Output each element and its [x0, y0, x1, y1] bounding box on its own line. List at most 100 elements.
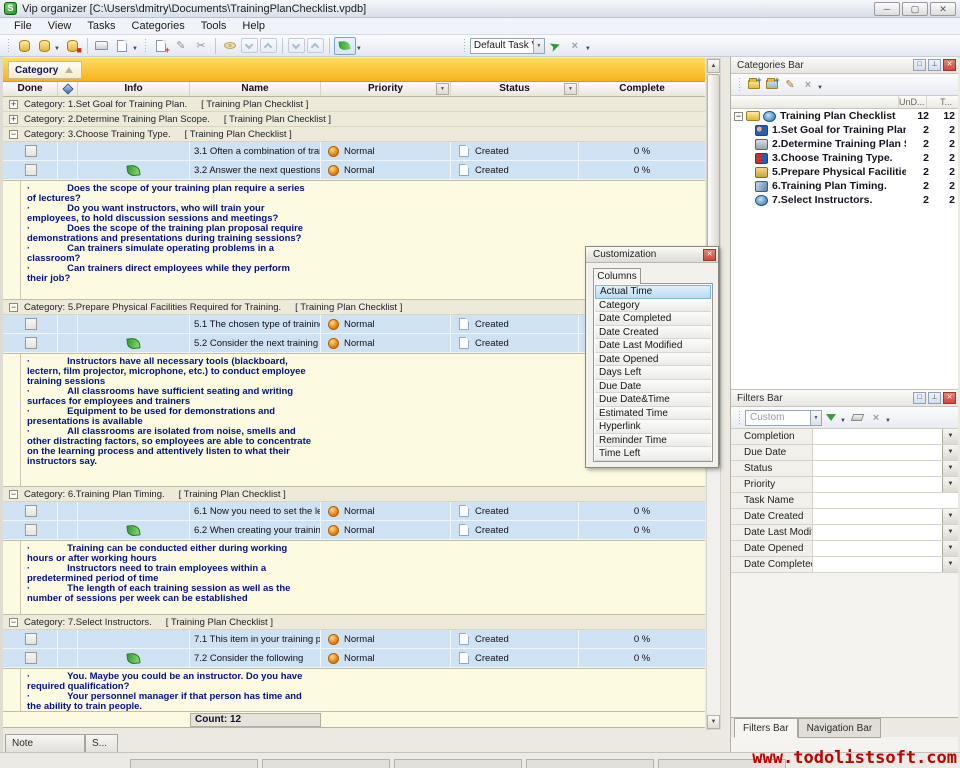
priority-filter-dropdown-icon[interactable]: ▼ — [436, 83, 449, 95]
task-status-cell[interactable]: Created — [451, 334, 579, 352]
customization-column-item[interactable]: Actual Time — [595, 285, 711, 299]
open-database-dropdown-icon[interactable]: ▼ — [54, 46, 60, 52]
task-priority-cell[interactable]: Normal — [321, 630, 451, 648]
column-header-name[interactable]: Name — [190, 82, 321, 96]
category-tree-item[interactable]: −Training Plan Checklist1212 — [731, 109, 958, 123]
save-database-icon[interactable]: ■ — [63, 37, 83, 55]
panel-minimize-icon[interactable]: □ — [913, 392, 926, 404]
task-name-cell[interactable]: 3.1 Often a combination of training — [190, 142, 321, 160]
filter-dropdown-icon[interactable]: ▼ — [942, 509, 958, 524]
column-header-done[interactable]: Done — [3, 82, 58, 96]
task-status-cell[interactable]: Created — [451, 142, 579, 160]
filter-dropdown-icon[interactable]: ▼ — [942, 477, 958, 492]
clear-filter-icon[interactable] — [849, 410, 867, 426]
category-group-row[interactable]: −Category: 6.Training Plan Timing.[ Trai… — [3, 487, 705, 502]
task-priority-cell[interactable]: Normal — [321, 502, 451, 520]
add-task-icon[interactable]: + — [151, 37, 171, 55]
new-database-icon[interactable] — [14, 37, 34, 55]
category-tree-item[interactable]: 2.Determine Training Plan Sco22 — [731, 137, 958, 151]
task-priority-cell[interactable]: Normal — [321, 142, 451, 160]
task-name-cell[interactable]: 5.1 The chosen type of training and — [190, 315, 321, 333]
delete-task-icon[interactable]: ✂ — [191, 37, 211, 55]
lower-priority-icon[interactable] — [288, 38, 305, 53]
menu-view[interactable]: View — [40, 19, 80, 33]
complete-task-icon[interactable] — [334, 37, 356, 55]
filter-value-field[interactable] — [813, 541, 942, 556]
category-group-row[interactable]: −Category: 3.Choose Training Type.[ Trai… — [3, 127, 705, 142]
move-down-icon[interactable] — [241, 38, 258, 53]
customization-column-item[interactable]: Category — [595, 299, 711, 313]
task-name-cell[interactable]: 6.2 When creating your training — [190, 521, 321, 539]
restore-button[interactable]: ▢ — [902, 2, 928, 16]
scroll-down-icon[interactable]: ▼ — [707, 715, 720, 729]
column-undone[interactable]: UnD... — [898, 96, 926, 108]
task-row[interactable]: 3.2 Answer the next questions toNormalCr… — [3, 161, 705, 180]
complete-dropdown-icon[interactable]: ▼ — [356, 46, 362, 52]
filter-dropdown-icon[interactable]: ▼ — [942, 461, 958, 476]
customization-column-item[interactable]: Estimated Time — [595, 407, 711, 421]
category-tree-item[interactable]: 5.Prepare Physical Facilities R22 — [731, 165, 958, 179]
task-row[interactable]: 7.1 This item in your training planNorma… — [3, 630, 705, 649]
task-done-checkbox[interactable] — [25, 318, 37, 330]
category-group-row[interactable]: +Category: 1.Set Goal for Training Plan.… — [3, 97, 705, 112]
tab-filters-bar[interactable]: Filters Bar — [734, 718, 798, 738]
expand-toggle-icon[interactable]: + — [9, 100, 18, 109]
expand-toggle-icon[interactable]: − — [734, 112, 743, 121]
task-priority-cell[interactable]: Normal — [321, 334, 451, 352]
customization-column-item[interactable]: Date Opened — [595, 353, 711, 367]
task-name-cell[interactable]: 7.2 Consider the following — [190, 649, 321, 667]
task-name-cell[interactable]: 6.1 Now you need to set the length — [190, 502, 321, 520]
task-done-checkbox[interactable] — [25, 505, 37, 517]
panel-close-icon[interactable]: ✕ — [943, 59, 956, 71]
task-name-cell[interactable]: 7.1 This item in your training plan — [190, 630, 321, 648]
filter-value-field[interactable] — [813, 493, 958, 508]
minimize-button[interactable]: ─ — [874, 2, 900, 16]
task-status-cell[interactable]: Created — [451, 649, 579, 667]
filter-value-field[interactable] — [813, 429, 942, 444]
tab-note[interactable]: Note — [5, 734, 85, 752]
remove-filter-icon[interactable]: × — [867, 410, 885, 426]
category-tree-item[interactable]: 7.Select Instructors.22 — [731, 193, 958, 207]
filter-preset-dropdown-icon[interactable]: ▼ — [811, 410, 822, 426]
customization-column-item[interactable]: Due Date&Time — [595, 393, 711, 407]
scroll-up-icon[interactable]: ▲ — [707, 59, 720, 73]
apply-view-icon[interactable]: ➤ — [545, 37, 565, 55]
column-header-icon[interactable] — [58, 82, 78, 96]
panel-pin-icon[interactable]: ⊥ — [928, 392, 941, 404]
customization-close-icon[interactable]: ✕ — [703, 249, 716, 261]
group-by-category-chip[interactable]: Category — [8, 61, 82, 79]
filter-preset-combo[interactable]: Custom — [745, 410, 811, 426]
expand-toggle-icon[interactable]: − — [9, 490, 18, 499]
customization-column-item[interactable]: Time Left — [595, 447, 711, 461]
customization-column-item[interactable]: Date Created — [595, 326, 711, 340]
filter-value-field[interactable] — [813, 509, 942, 524]
edit-task-icon[interactable]: ✎ — [171, 37, 191, 55]
column-header-priority[interactable]: Priority▼ — [321, 82, 451, 96]
task-status-cell[interactable]: Created — [451, 161, 579, 179]
filter-dropdown-icon[interactable]: ▼ — [840, 418, 846, 424]
task-priority-cell[interactable]: Normal — [321, 315, 451, 333]
tab-navigation-bar[interactable]: Navigation Bar — [798, 718, 882, 738]
task-status-cell[interactable]: Created — [451, 521, 579, 539]
menu-file[interactable]: File — [6, 19, 40, 33]
filter-value-field[interactable] — [813, 477, 942, 492]
column-header-info[interactable]: Info — [78, 82, 190, 96]
task-name-cell[interactable]: 3.2 Answer the next questions to — [190, 161, 321, 179]
menu-tools[interactable]: Tools — [193, 19, 235, 33]
filter-dropdown-icon[interactable]: ▼ — [942, 445, 958, 460]
task-status-cell[interactable]: Created — [451, 502, 579, 520]
customization-column-item[interactable]: Date Completed — [595, 312, 711, 326]
task-name-cell[interactable]: 5.2 Consider the next training plan — [190, 334, 321, 352]
category-tree-item[interactable]: 3.Choose Training Type.22 — [731, 151, 958, 165]
new-subcategory-icon[interactable]: + — [763, 77, 781, 93]
filter-value-field[interactable] — [813, 557, 942, 572]
open-database-icon[interactable] — [34, 37, 54, 55]
delete-category-icon[interactable]: × — [799, 77, 817, 93]
category-tree-item[interactable]: 6.Training Plan Timing.22 — [731, 179, 958, 193]
task-priority-cell[interactable]: Normal — [321, 649, 451, 667]
column-header-status[interactable]: Status▼ — [451, 82, 579, 96]
filter-dropdown-icon[interactable]: ▼ — [942, 541, 958, 556]
task-row[interactable]: 7.2 Consider the followingNormalCreated0… — [3, 649, 705, 668]
category-group-row[interactable]: +Category: 2.Determine Training Plan Sco… — [3, 112, 705, 127]
task-priority-cell[interactable]: Normal — [321, 521, 451, 539]
